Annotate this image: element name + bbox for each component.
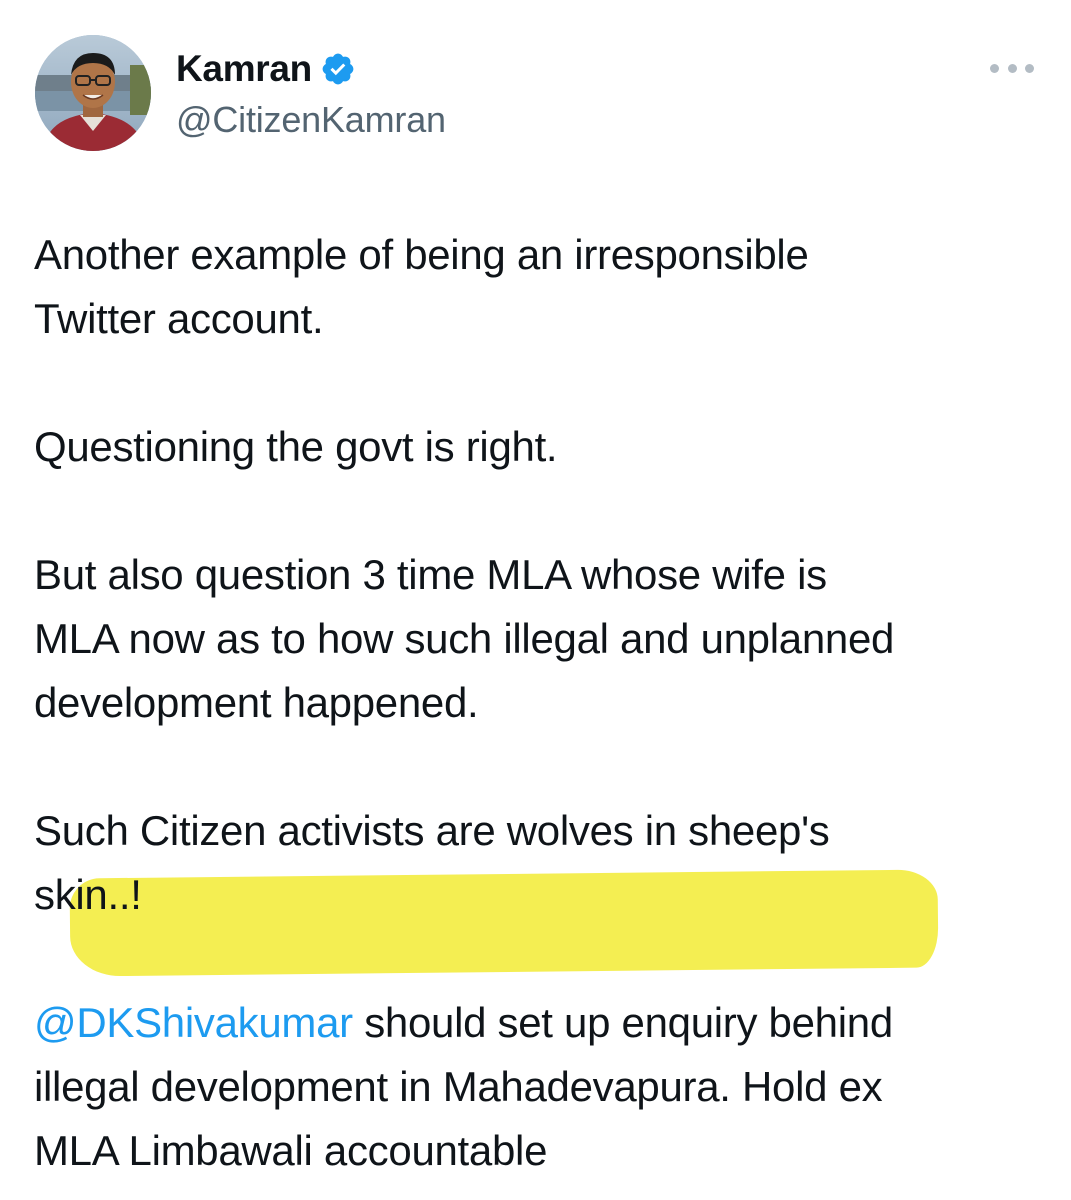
tweet-paragraph-5: @DKShivakumar should set up enquiry behi… [34,991,1034,1183]
author-name-row[interactable]: Kamran [176,47,356,91]
tweet-paragraph-3: But also question 3 time MLA whose wife … [34,543,1034,735]
tweet-line-text: should set up enquiry behind [352,999,893,1046]
tweet-card: Kamran @CitizenKamran Another example of… [0,0,1071,1200]
more-dot [990,63,999,73]
more-dot [1007,63,1017,73]
avatar[interactable] [35,35,151,151]
avatar-photo [35,35,151,151]
tweet-line: MLA Limbawali accountable [34,1127,548,1174]
tweet-line: Such Citizen activists are wolves in she… [34,807,830,854]
more-options-icon[interactable] [990,58,1034,78]
tweet-paragraph-1: Another example of being an irresponsibl… [34,223,1034,351]
tweet-line: MLA now as to how such illegal and unpla… [34,615,895,662]
tweet-line: illegal development in Mahadevapura. Hol… [34,1063,883,1110]
tweet-line: But also question 3 time MLA whose wife … [34,551,827,598]
author-handle[interactable]: @CitizenKamran [176,99,446,141]
author-display-name[interactable]: Kamran [176,48,312,90]
tweet-line: Twitter account. [34,295,324,342]
mention-link[interactable]: @DKShivakumar [34,999,353,1046]
tweet-line: development happened. [34,679,479,726]
more-dot [1025,63,1034,73]
tweet-line: skin..! [34,871,142,918]
tweet-paragraph-4: Such Citizen activists are wolves in she… [34,799,1034,927]
tweet-paragraph-2: Questioning the govt is right. [34,415,1034,479]
tweet-line: Another example of being an irresponsibl… [34,231,809,278]
tweet-line: Questioning the govt is right. [34,423,558,470]
tweet-line: @DKShivakumar should set up enquiry behi… [34,991,1034,1055]
verified-badge-icon [320,51,356,87]
